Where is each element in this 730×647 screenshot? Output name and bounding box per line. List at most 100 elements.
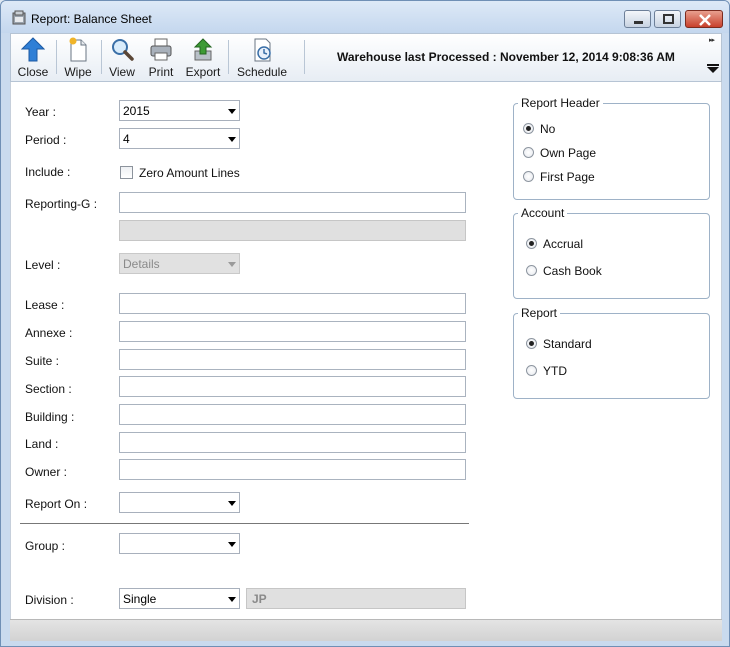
close-icon <box>699 14 711 26</box>
reporting-group-description <box>119 220 466 241</box>
wipe-label: Wipe <box>64 65 92 79</box>
report-app-icon <box>12 10 26 25</box>
annexe-label: Annexe : <box>25 326 73 340</box>
period-value: 4 <box>123 132 130 146</box>
toolbar-separator <box>56 40 57 74</box>
minimize-button[interactable] <box>624 10 651 28</box>
report-on-select[interactable] <box>119 492 240 513</box>
toolbar: Close Wipe View Print Export Schedule Wa… <box>10 33 722 82</box>
chevron-down-icon <box>228 542 236 547</box>
print-button[interactable]: Print <box>143 35 179 81</box>
level-label: Level : <box>25 258 61 272</box>
report-header-group: Report Header No Own Page First Page <box>513 96 710 200</box>
division-select[interactable]: Single <box>119 588 240 609</box>
owner-label: Owner : <box>25 465 68 479</box>
land-input[interactable] <box>119 432 466 453</box>
building-input[interactable] <box>119 404 466 425</box>
toolbar-separator <box>228 40 229 74</box>
suite-input[interactable] <box>119 349 466 370</box>
toolbar-separator <box>101 40 102 74</box>
year-select[interactable]: 2015 <box>119 100 240 121</box>
reporting-group-input[interactable] <box>119 192 466 213</box>
report-header-own-page-radio[interactable] <box>523 147 534 158</box>
section-label: Section : <box>25 382 72 396</box>
chevron-down-icon <box>228 262 236 267</box>
arrow-up-icon <box>21 37 45 62</box>
period-select[interactable]: 4 <box>119 128 240 149</box>
period-label: Period : <box>25 133 67 147</box>
account-accrual-radio[interactable] <box>526 238 537 249</box>
export-icon <box>193 38 213 61</box>
division-code: JP <box>252 592 267 606</box>
lease-label: Lease : <box>25 298 65 312</box>
account-cash-book-radio[interactable] <box>526 265 537 276</box>
account-title: Account <box>518 206 568 220</box>
account-cash-book-label: Cash Book <box>543 264 602 278</box>
close-button[interactable]: Close <box>13 35 53 81</box>
report-ytd-radio[interactable] <box>526 365 537 376</box>
report-form: Year : 2015 Period : 4 Include : Zero Am… <box>10 82 722 619</box>
lease-input[interactable] <box>119 293 466 314</box>
toolbar-dropdown-icon[interactable] <box>706 64 720 74</box>
schedule-label: Schedule <box>236 65 288 79</box>
division-label: Division : <box>25 593 74 607</box>
minimize-icon <box>634 21 643 24</box>
account-group: Account Accrual Cash Book <box>513 206 710 299</box>
view-button[interactable]: View <box>104 35 140 81</box>
export-button[interactable]: Export <box>182 35 224 81</box>
zero-amount-lines-label: Zero Amount Lines <box>139 166 240 180</box>
wipe-button[interactable]: Wipe <box>59 35 97 81</box>
section-input[interactable] <box>119 376 466 397</box>
level-value: Details <box>123 257 160 271</box>
toolbar-separator <box>304 40 305 74</box>
report-on-label: Report On : <box>25 497 88 511</box>
print-label: Print <box>148 65 174 79</box>
view-label: View <box>109 65 135 79</box>
land-label: Land : <box>25 437 59 451</box>
report-header-first-page-radio[interactable] <box>523 171 534 182</box>
year-label: Year : <box>25 105 56 119</box>
export-label: Export <box>185 65 221 79</box>
chevron-down-icon <box>228 109 236 114</box>
report-type-title: Report <box>518 306 561 320</box>
schedule-button[interactable]: Schedule <box>234 35 290 81</box>
title-bar: Report: Balance Sheet <box>1 1 729 33</box>
close-label: Close <box>17 65 49 79</box>
report-window: Report: Balance Sheet Close Wipe View Pr… <box>0 0 730 647</box>
group-select[interactable] <box>119 533 240 554</box>
report-header-title: Report Header <box>518 96 603 110</box>
report-header-own-page-label: Own Page <box>540 146 597 160</box>
report-ytd-label: YTD <box>543 364 567 378</box>
report-header-no-radio[interactable] <box>523 123 534 134</box>
reporting-group-label: Reporting-G : <box>25 197 98 211</box>
magnifier-icon <box>112 39 134 61</box>
division-value: Single <box>123 592 157 606</box>
division-code-field: JP <box>246 588 466 609</box>
report-standard-label: Standard <box>543 337 592 351</box>
window-title: Report: Balance Sheet <box>31 12 152 26</box>
overflow-chevron-icon[interactable]: ▸▸ <box>709 36 715 44</box>
suite-label: Suite : <box>25 354 60 368</box>
account-accrual-label: Accrual <box>543 237 584 251</box>
report-type-group: Report Standard YTD <box>513 306 710 399</box>
building-label: Building : <box>25 410 75 424</box>
report-header-first-page-label: First Page <box>540 170 595 184</box>
report-standard-radio[interactable] <box>526 338 537 349</box>
chevron-down-icon <box>228 501 236 506</box>
close-window-button[interactable] <box>685 10 723 28</box>
report-header-no-label: No <box>540 122 556 136</box>
printer-icon <box>150 38 172 61</box>
schedule-icon <box>254 38 271 62</box>
annexe-input[interactable] <box>119 321 466 342</box>
status-bar <box>10 619 722 641</box>
section-divider <box>20 523 469 524</box>
year-value: 2015 <box>123 104 150 118</box>
restore-icon <box>663 14 674 24</box>
new-document-icon <box>69 37 87 62</box>
level-select: Details <box>119 253 240 274</box>
zero-amount-lines-checkbox[interactable] <box>120 166 133 179</box>
chevron-down-icon <box>228 137 236 142</box>
owner-input[interactable] <box>119 459 466 480</box>
maximize-button[interactable] <box>654 10 681 28</box>
chevron-down-icon <box>228 597 236 602</box>
